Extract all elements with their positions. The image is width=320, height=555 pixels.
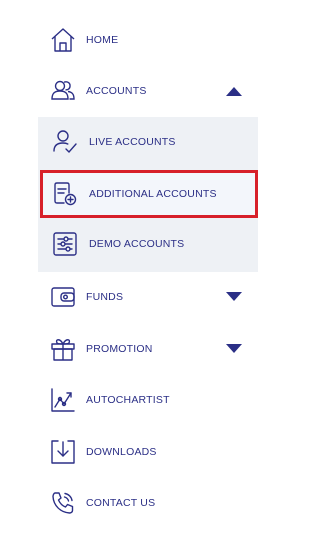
- submenu-item-additional-accounts[interactable]: ADDITIONAL ACCOUNTS: [0, 172, 288, 216]
- menu-item-label: FUNDS: [86, 291, 124, 303]
- menu-item-downloads[interactable]: DOWNLOADS: [0, 430, 288, 474]
- menu-item-label: AUTOCHARTIST: [86, 394, 170, 406]
- submenu-item-demo-accounts[interactable]: DEMO ACCOUNTS: [0, 222, 288, 266]
- chart-icon: [50, 387, 76, 413]
- menu-item-contact-us[interactable]: CONTACT US: [0, 481, 288, 525]
- menu-item-funds[interactable]: FUNDS: [0, 275, 288, 319]
- menu-item-label: ACCOUNTS: [86, 85, 147, 97]
- download-icon: [50, 439, 76, 465]
- home-icon: [50, 27, 76, 53]
- menu-item-label: DEMO ACCOUNTS: [89, 238, 185, 250]
- menu-item-label: ADDITIONAL ACCOUNTS: [89, 188, 217, 200]
- add-document-icon: [52, 181, 78, 207]
- menu-item-label: CONTACT US: [86, 497, 156, 509]
- chevron-up-icon[interactable]: [226, 86, 242, 96]
- chevron-down-icon[interactable]: [226, 292, 242, 302]
- menu-item-home[interactable]: HOME: [0, 18, 288, 62]
- user-check-icon: [52, 129, 78, 155]
- menu-item-label: DOWNLOADS: [86, 446, 157, 458]
- menu-item-autochartist[interactable]: AUTOCHARTIST: [0, 378, 288, 422]
- menu-item-accounts[interactable]: ACCOUNTS: [0, 69, 288, 113]
- chevron-down-icon[interactable]: [226, 344, 242, 354]
- sliders-icon: [52, 231, 78, 257]
- side-navigation: HOME ACCOUNTS LIVE ACCOUNTS ADDITIONAL A…: [0, 0, 288, 555]
- gift-icon: [50, 336, 76, 362]
- users-icon: [50, 78, 76, 104]
- menu-item-label: PROMOTION: [86, 343, 153, 355]
- menu-item-label: HOME: [86, 34, 119, 46]
- wallet-icon: [50, 284, 76, 310]
- phone-icon: [50, 490, 76, 516]
- menu-item-label: LIVE ACCOUNTS: [89, 136, 176, 148]
- submenu-item-live-accounts[interactable]: LIVE ACCOUNTS: [0, 120, 288, 164]
- menu-item-promotion[interactable]: PROMOTION: [0, 327, 288, 371]
